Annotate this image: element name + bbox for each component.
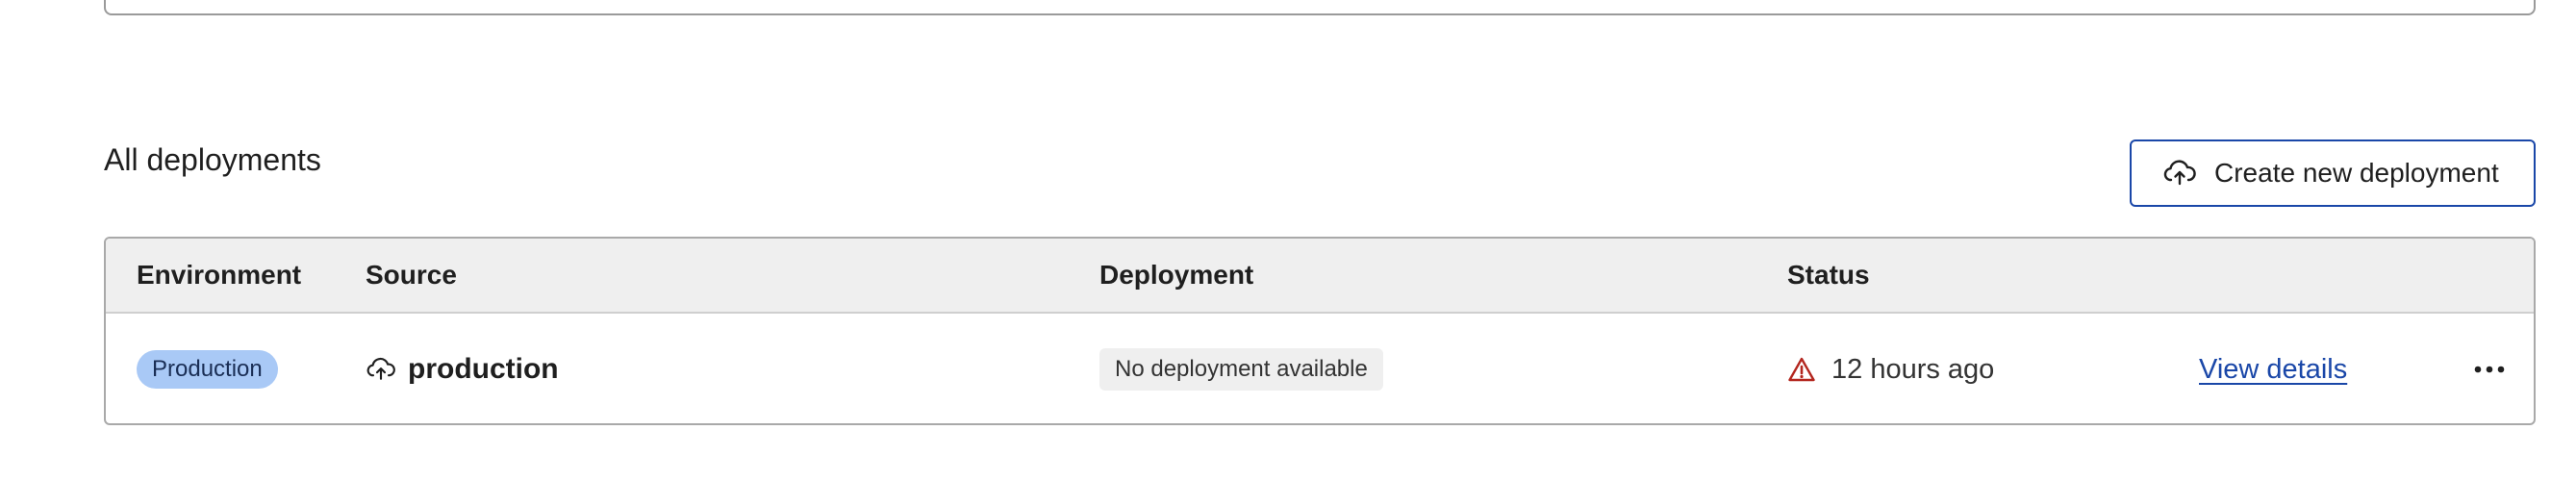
deployment-badge: No deployment available [1099,348,1383,391]
table-row: Production production No deployment avai… [106,314,2534,423]
column-header-environment: Environment [137,260,302,290]
deployments-table: Environment Source Deployment Status Pro… [104,237,2536,425]
cloud-upload-icon [366,357,396,382]
source-name: production [408,353,559,385]
cloud-upload-icon [2162,160,2197,187]
create-new-deployment-button[interactable]: Create new deployment [2130,139,2536,207]
environment-cell: Production [137,314,278,423]
environment-badge: Production [137,350,278,389]
action-cell: View details [2199,314,2347,423]
more-horizontal-icon[interactable] [2470,350,2509,389]
warning-triangle-icon [1787,356,1816,383]
status-text: 12 hours ago [1831,353,1995,385]
column-header-source: Source [366,260,457,290]
section-title: All deployments [104,142,321,177]
column-header-status: Status [1787,260,1870,290]
more-cell [2470,314,2509,423]
status-cell: 12 hours ago [1787,314,1995,423]
previous-card [104,0,2536,15]
view-details-link[interactable]: View details [2199,354,2347,386]
column-header-deployment: Deployment [1099,260,1254,290]
create-new-deployment-label: Create new deployment [2214,158,2499,188]
deployment-cell: No deployment available [1099,314,1383,423]
table-header: Environment Source Deployment Status [106,239,2534,314]
source-cell: production [366,314,559,423]
